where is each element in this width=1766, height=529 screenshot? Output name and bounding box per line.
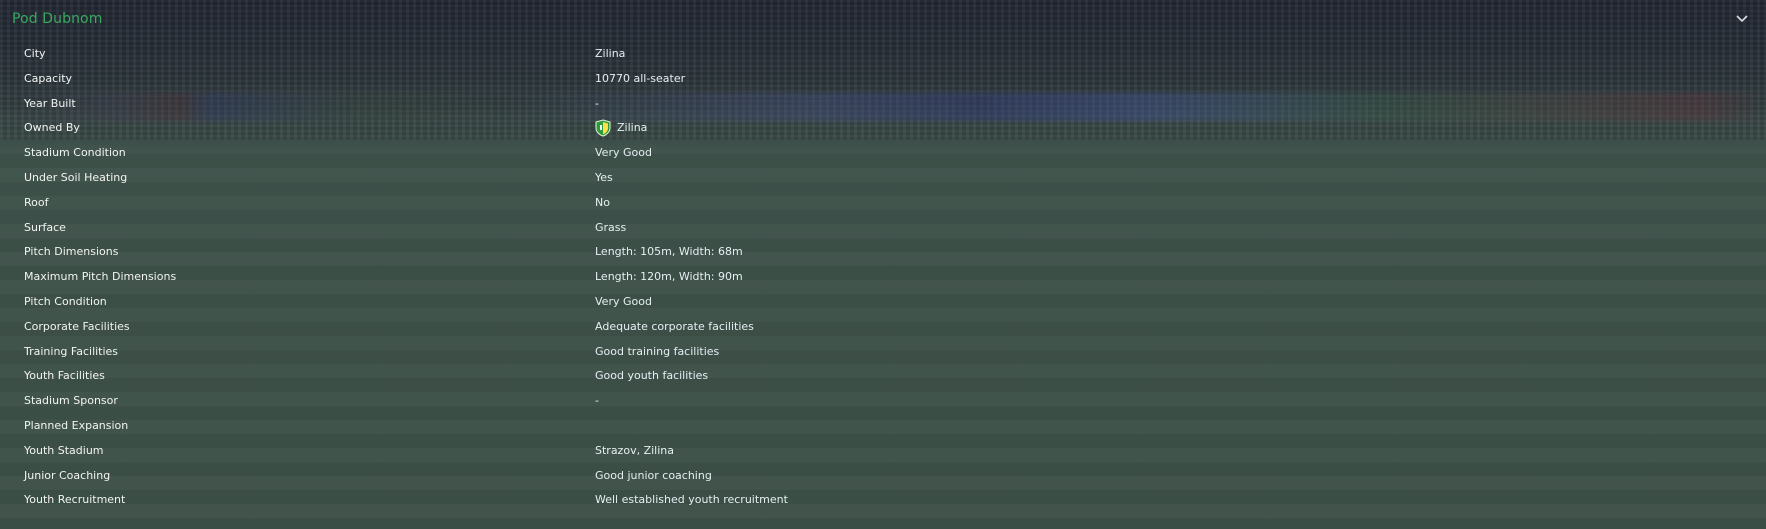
detail-row-training-facilities: Training Facilities Good training facili… bbox=[0, 341, 1766, 366]
detail-label: Surface bbox=[24, 220, 66, 234]
stadium-details-list: City Zilina Capacity 10770 all-seater Ye… bbox=[0, 43, 1766, 514]
detail-label: Youth Stadium bbox=[24, 443, 104, 457]
detail-value: Good training facilities bbox=[595, 344, 720, 358]
chevron-down-icon[interactable] bbox=[1734, 10, 1750, 26]
detail-row-pitch-condition: Pitch Condition Very Good bbox=[0, 291, 1766, 316]
detail-label: City bbox=[24, 47, 46, 60]
detail-row-youth-recruitment: Youth Recruitment Well established youth… bbox=[0, 489, 1766, 514]
detail-row-planned-expansion: Planned Expansion bbox=[0, 415, 1766, 440]
detail-value: Length: 120m, Width: 90m bbox=[595, 270, 743, 284]
detail-row-owned-by: Owned By Zilina bbox=[0, 117, 1766, 142]
detail-label: Youth Recruitment bbox=[24, 493, 126, 507]
owner-club-link[interactable]: Zilina bbox=[595, 117, 647, 139]
detail-value: Adequate corporate facilities bbox=[595, 319, 754, 333]
detail-row-pitch-dimensions: Pitch Dimensions Length: 105m, Width: 68… bbox=[0, 241, 1766, 266]
detail-row-under-soil-heating: Under Soil Heating Yes bbox=[0, 167, 1766, 192]
detail-row-stadium-condition: Stadium Condition Very Good bbox=[0, 142, 1766, 167]
detail-value: Zilina bbox=[595, 47, 626, 60]
club-crest-icon bbox=[595, 119, 611, 137]
detail-value: Well established youth recruitment bbox=[595, 493, 788, 507]
detail-row-capacity: Capacity 10770 all-seater bbox=[0, 68, 1766, 93]
detail-label: Owned By bbox=[24, 121, 80, 135]
detail-label: Capacity bbox=[24, 71, 73, 85]
detail-row-city: City Zilina bbox=[0, 43, 1766, 68]
detail-label: Under Soil Heating bbox=[24, 170, 128, 184]
detail-label: Pitch Dimensions bbox=[24, 245, 119, 259]
detail-row-stadium-sponsor: Stadium Sponsor - bbox=[0, 390, 1766, 415]
detail-label: Junior Coaching bbox=[24, 468, 111, 482]
detail-row-year-built: Year Built - bbox=[0, 93, 1766, 118]
detail-label: Stadium Sponsor bbox=[24, 394, 118, 408]
stadium-info-panel: Pod Dubnom City Zilina Capacity 10770 al… bbox=[0, 0, 1766, 529]
detail-value: Very Good bbox=[595, 294, 652, 308]
panel-title: Pod Dubnom bbox=[12, 11, 103, 27]
detail-value: Grass bbox=[595, 220, 627, 234]
detail-label: Year Built bbox=[24, 96, 76, 110]
detail-label: Stadium Condition bbox=[24, 146, 126, 160]
detail-value: No bbox=[595, 195, 610, 209]
detail-value: Good junior coaching bbox=[595, 468, 712, 482]
detail-value: Length: 105m, Width: 68m bbox=[595, 245, 743, 259]
detail-label: Pitch Condition bbox=[24, 294, 107, 308]
detail-row-junior-coaching: Junior Coaching Good junior coaching bbox=[0, 465, 1766, 490]
detail-row-corporate-facilities: Corporate Facilities Adequate corporate … bbox=[0, 316, 1766, 341]
detail-value: Yes bbox=[595, 170, 613, 184]
detail-value: - bbox=[595, 96, 599, 110]
detail-label: Youth Facilities bbox=[24, 369, 105, 383]
detail-row-youth-facilities: Youth Facilities Good youth facilities bbox=[0, 365, 1766, 390]
detail-label: Planned Expansion bbox=[24, 418, 129, 432]
detail-label: Maximum Pitch Dimensions bbox=[24, 270, 177, 284]
owner-club-name: Zilina bbox=[617, 121, 648, 135]
detail-value: Very Good bbox=[595, 146, 652, 160]
detail-row-youth-stadium: Youth Stadium Strazov, Zilina bbox=[0, 440, 1766, 465]
detail-row-maximum-pitch-dimensions: Maximum Pitch Dimensions Length: 120m, W… bbox=[0, 266, 1766, 291]
detail-label: Corporate Facilities bbox=[24, 319, 130, 333]
detail-label: Training Facilities bbox=[24, 344, 119, 358]
detail-row-roof: Roof No bbox=[0, 192, 1766, 217]
detail-value: Strazov, Zilina bbox=[595, 443, 674, 457]
detail-value: 10770 all-seater bbox=[595, 71, 686, 85]
detail-value: - bbox=[595, 394, 599, 408]
detail-label: Roof bbox=[24, 195, 49, 209]
detail-row-surface: Surface Grass bbox=[0, 217, 1766, 242]
detail-value: Good youth facilities bbox=[595, 369, 709, 383]
